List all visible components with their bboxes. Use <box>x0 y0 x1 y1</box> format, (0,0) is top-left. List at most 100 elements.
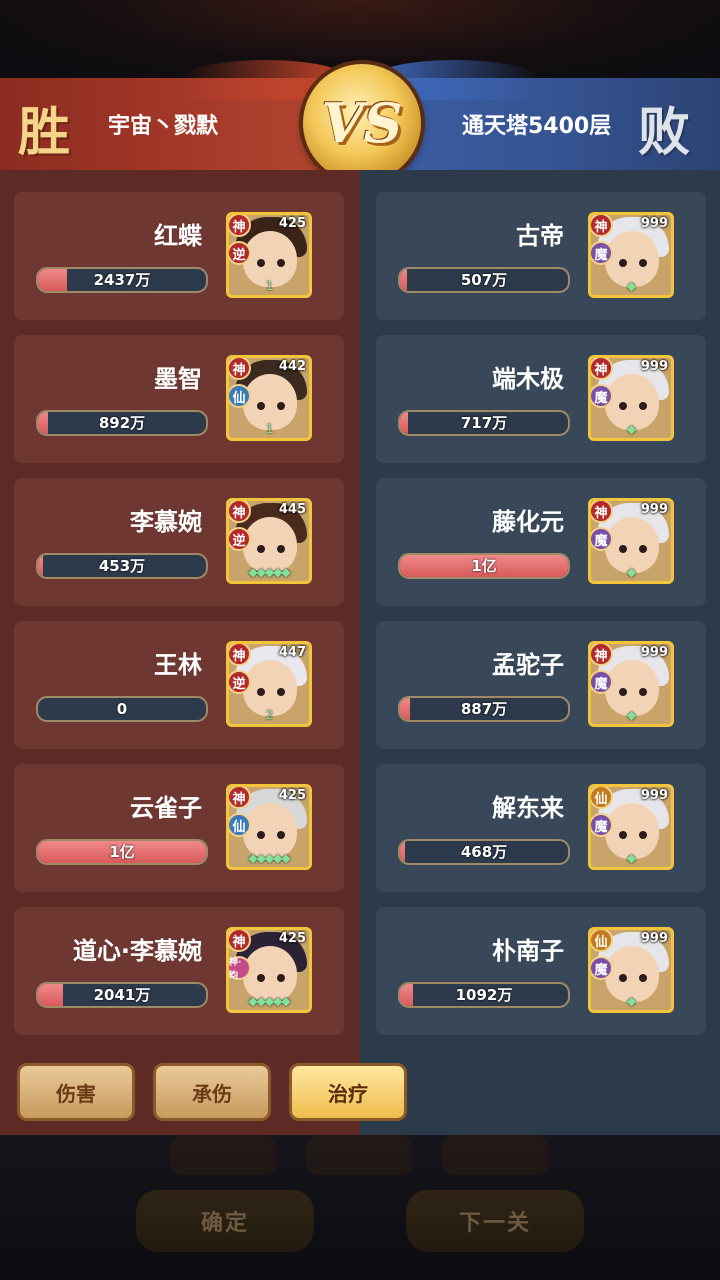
hero-name: 墨智 <box>154 365 202 393</box>
vs-text: VS <box>321 91 403 155</box>
faction-badge: 魔 <box>591 241 613 265</box>
hero-portrait[interactable]: 445 ◆◆◆◆◆ 神逆 <box>226 498 312 584</box>
healing-bar: 0 <box>36 696 208 722</box>
rarity-badge: 神 <box>229 930 251 952</box>
hero-eye <box>257 974 265 982</box>
healing-value: 1092万 <box>455 986 513 1004</box>
hero-star-rank: ◆ <box>626 422 636 436</box>
hero-portrait[interactable]: 447 2 神逆 <box>226 641 312 727</box>
hero-portrait[interactable]: 999 ◆ 神魔 <box>588 212 674 298</box>
hero-eye <box>639 831 647 839</box>
tab-damage[interactable]: 伤害 <box>17 1063 135 1121</box>
hero-portrait[interactable]: 999 ◆ 神魔 <box>588 498 674 584</box>
hero-portrait[interactable]: 999 ◆ 仙魔 <box>588 927 674 1013</box>
hero-star-rank: ◆ <box>626 565 636 579</box>
hero-eye <box>639 259 647 267</box>
hero-name: 藤化元 <box>492 508 564 536</box>
rarity-badge: 神 <box>591 644 613 666</box>
hero-name: 解东来 <box>492 794 564 822</box>
faction-badge: 魔 <box>591 670 613 694</box>
hero-eye <box>619 974 627 982</box>
hero-eye <box>639 545 647 553</box>
hero-level: 999 <box>640 502 668 517</box>
hero-name: 王林 <box>154 651 202 679</box>
hero-portrait[interactable]: 425 ◆◆◆◆◆ 神仙 <box>226 784 312 870</box>
faction-badge: 逆 <box>229 670 251 694</box>
hero-eye <box>619 402 627 410</box>
rarity-badge: 神 <box>229 644 251 666</box>
healing-value: 0 <box>116 700 128 718</box>
hero-star-rank: 1 <box>265 422 274 436</box>
healing-value: 453万 <box>98 557 146 575</box>
confirm-button[interactable]: 确定 <box>136 1190 314 1252</box>
healing-value: 468万 <box>460 843 508 861</box>
hero-star-rank: ◆ <box>626 708 636 722</box>
faction-badge: 魔 <box>591 956 613 980</box>
hero-eye <box>639 974 647 982</box>
hero-level: 999 <box>640 216 668 231</box>
hero-eye <box>277 974 285 982</box>
hero-level: 447 <box>278 645 306 660</box>
left-hero-card[interactable]: 王林 0 447 2 神逆 <box>14 621 344 749</box>
hero-portrait[interactable]: 999 ◆ 神魔 <box>588 641 674 727</box>
hero-eye <box>277 259 285 267</box>
right-hero-card[interactable]: 端木极 717万 999 ◆ 神魔 <box>376 335 706 463</box>
healing-bar: 507万 <box>398 267 570 293</box>
hero-name: 朴南子 <box>492 937 564 965</box>
hero-portrait[interactable]: 999 ◆ 仙魔 <box>588 784 674 870</box>
healing-bar: 892万 <box>36 410 208 436</box>
right-hero-card[interactable]: 藤化元 1亿 999 ◆ 神魔 <box>376 478 706 606</box>
hero-star-rank: ◆ <box>626 851 636 865</box>
hero-eye <box>277 688 285 696</box>
healing-bar: 1亿 <box>36 839 208 865</box>
healing-bar: 2437万 <box>36 267 208 293</box>
hero-portrait[interactable]: 442 1 神仙 <box>226 355 312 441</box>
hero-star-rank: 1 <box>265 279 274 293</box>
healing-value: 892万 <box>98 414 146 432</box>
right-team-name: 通天塔5400层 <box>462 114 612 139</box>
hero-eye <box>619 259 627 267</box>
confirm-button-label: 确定 <box>200 1211 249 1236</box>
hero-name: 孟驼子 <box>492 651 564 679</box>
hero-eye <box>619 831 627 839</box>
left-hero-card[interactable]: 红蝶 2437万 425 1 神逆 <box>14 192 344 320</box>
hero-portrait[interactable]: 425 ◆◆◆◆◆ 神神·昀 <box>226 927 312 1013</box>
hero-level: 425 <box>278 788 306 803</box>
healing-bar: 717万 <box>398 410 570 436</box>
rarity-badge: 仙 <box>591 930 613 952</box>
hero-eye <box>257 402 265 410</box>
right-hero-card[interactable]: 孟驼子 887万 999 ◆ 神魔 <box>376 621 706 749</box>
left-hero-card[interactable]: 李慕婉 453万 445 ◆◆◆◆◆ 神逆 <box>14 478 344 606</box>
hero-level: 999 <box>640 645 668 660</box>
tab-damage-taken[interactable]: 承伤 <box>153 1063 271 1121</box>
rarity-badge: 神 <box>229 787 251 809</box>
hero-star-rank: ◆◆◆◆◆ <box>248 565 290 579</box>
rarity-badge: 神 <box>591 358 613 380</box>
tab-healing[interactable]: 治疗 <box>289 1063 407 1121</box>
hero-star-rank: ◆◆◆◆◆ <box>248 851 290 865</box>
rarity-badge: 神 <box>591 215 613 237</box>
hero-eye <box>277 402 285 410</box>
left-hero-card[interactable]: 墨智 892万 442 1 神仙 <box>14 335 344 463</box>
tab-damage-taken-label: 承伤 <box>192 1081 232 1106</box>
hero-portrait[interactable]: 999 ◆ 神魔 <box>588 355 674 441</box>
left-hero-card[interactable]: 云雀子 1亿 425 ◆◆◆◆◆ 神仙 <box>14 764 344 892</box>
hidden-tab-shadow <box>170 1135 276 1175</box>
hero-star-rank: ◆ <box>626 994 636 1008</box>
hero-name: 古帝 <box>516 222 564 250</box>
tab-healing-label: 治疗 <box>328 1081 368 1106</box>
right-hero-card[interactable]: 解东来 468万 999 ◆ 仙魔 <box>376 764 706 892</box>
rarity-badge: 神 <box>229 358 251 380</box>
healing-bar: 2041万 <box>36 982 208 1008</box>
faction-badge: 仙 <box>229 384 251 408</box>
healing-bar: 887万 <box>398 696 570 722</box>
rarity-badge: 神 <box>229 501 251 523</box>
hero-level: 445 <box>278 502 306 517</box>
vs-emblem: VS <box>303 64 421 182</box>
next-level-button[interactable]: 下一关 <box>406 1190 584 1252</box>
right-hero-card[interactable]: 朴南子 1092万 999 ◆ 仙魔 <box>376 907 706 1035</box>
healing-bar: 453万 <box>36 553 208 579</box>
left-hero-card[interactable]: 道心·李慕婉 2041万 425 ◆◆◆◆◆ 神神·昀 <box>14 907 344 1035</box>
hero-portrait[interactable]: 425 1 神逆 <box>226 212 312 298</box>
right-hero-card[interactable]: 古帝 507万 999 ◆ 神魔 <box>376 192 706 320</box>
